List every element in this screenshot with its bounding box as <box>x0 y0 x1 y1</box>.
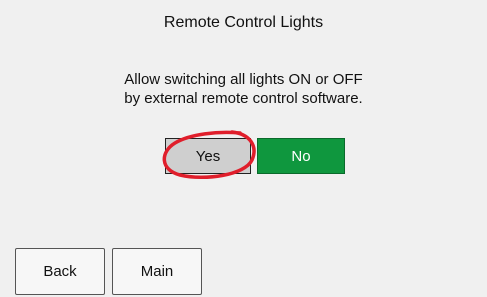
no-button-label: No <box>291 147 311 165</box>
no-button[interactable]: No <box>257 138 345 174</box>
yes-button[interactable]: Yes <box>165 138 251 174</box>
yes-button-label: Yes <box>195 147 221 165</box>
back-button[interactable]: Back <box>15 248 105 295</box>
message-line-1: Allow switching all lights ON or OFF <box>124 71 363 88</box>
back-button-label: Back <box>43 263 77 280</box>
main-button[interactable]: Main <box>112 248 202 295</box>
dialog-title: Remote Control Lights <box>163 14 324 31</box>
message-line-2: by external remote control software. <box>124 90 363 107</box>
dialog-message: Allow switching all lights ON or OFF by … <box>0 70 487 108</box>
main-button-label: Main <box>140 263 174 280</box>
